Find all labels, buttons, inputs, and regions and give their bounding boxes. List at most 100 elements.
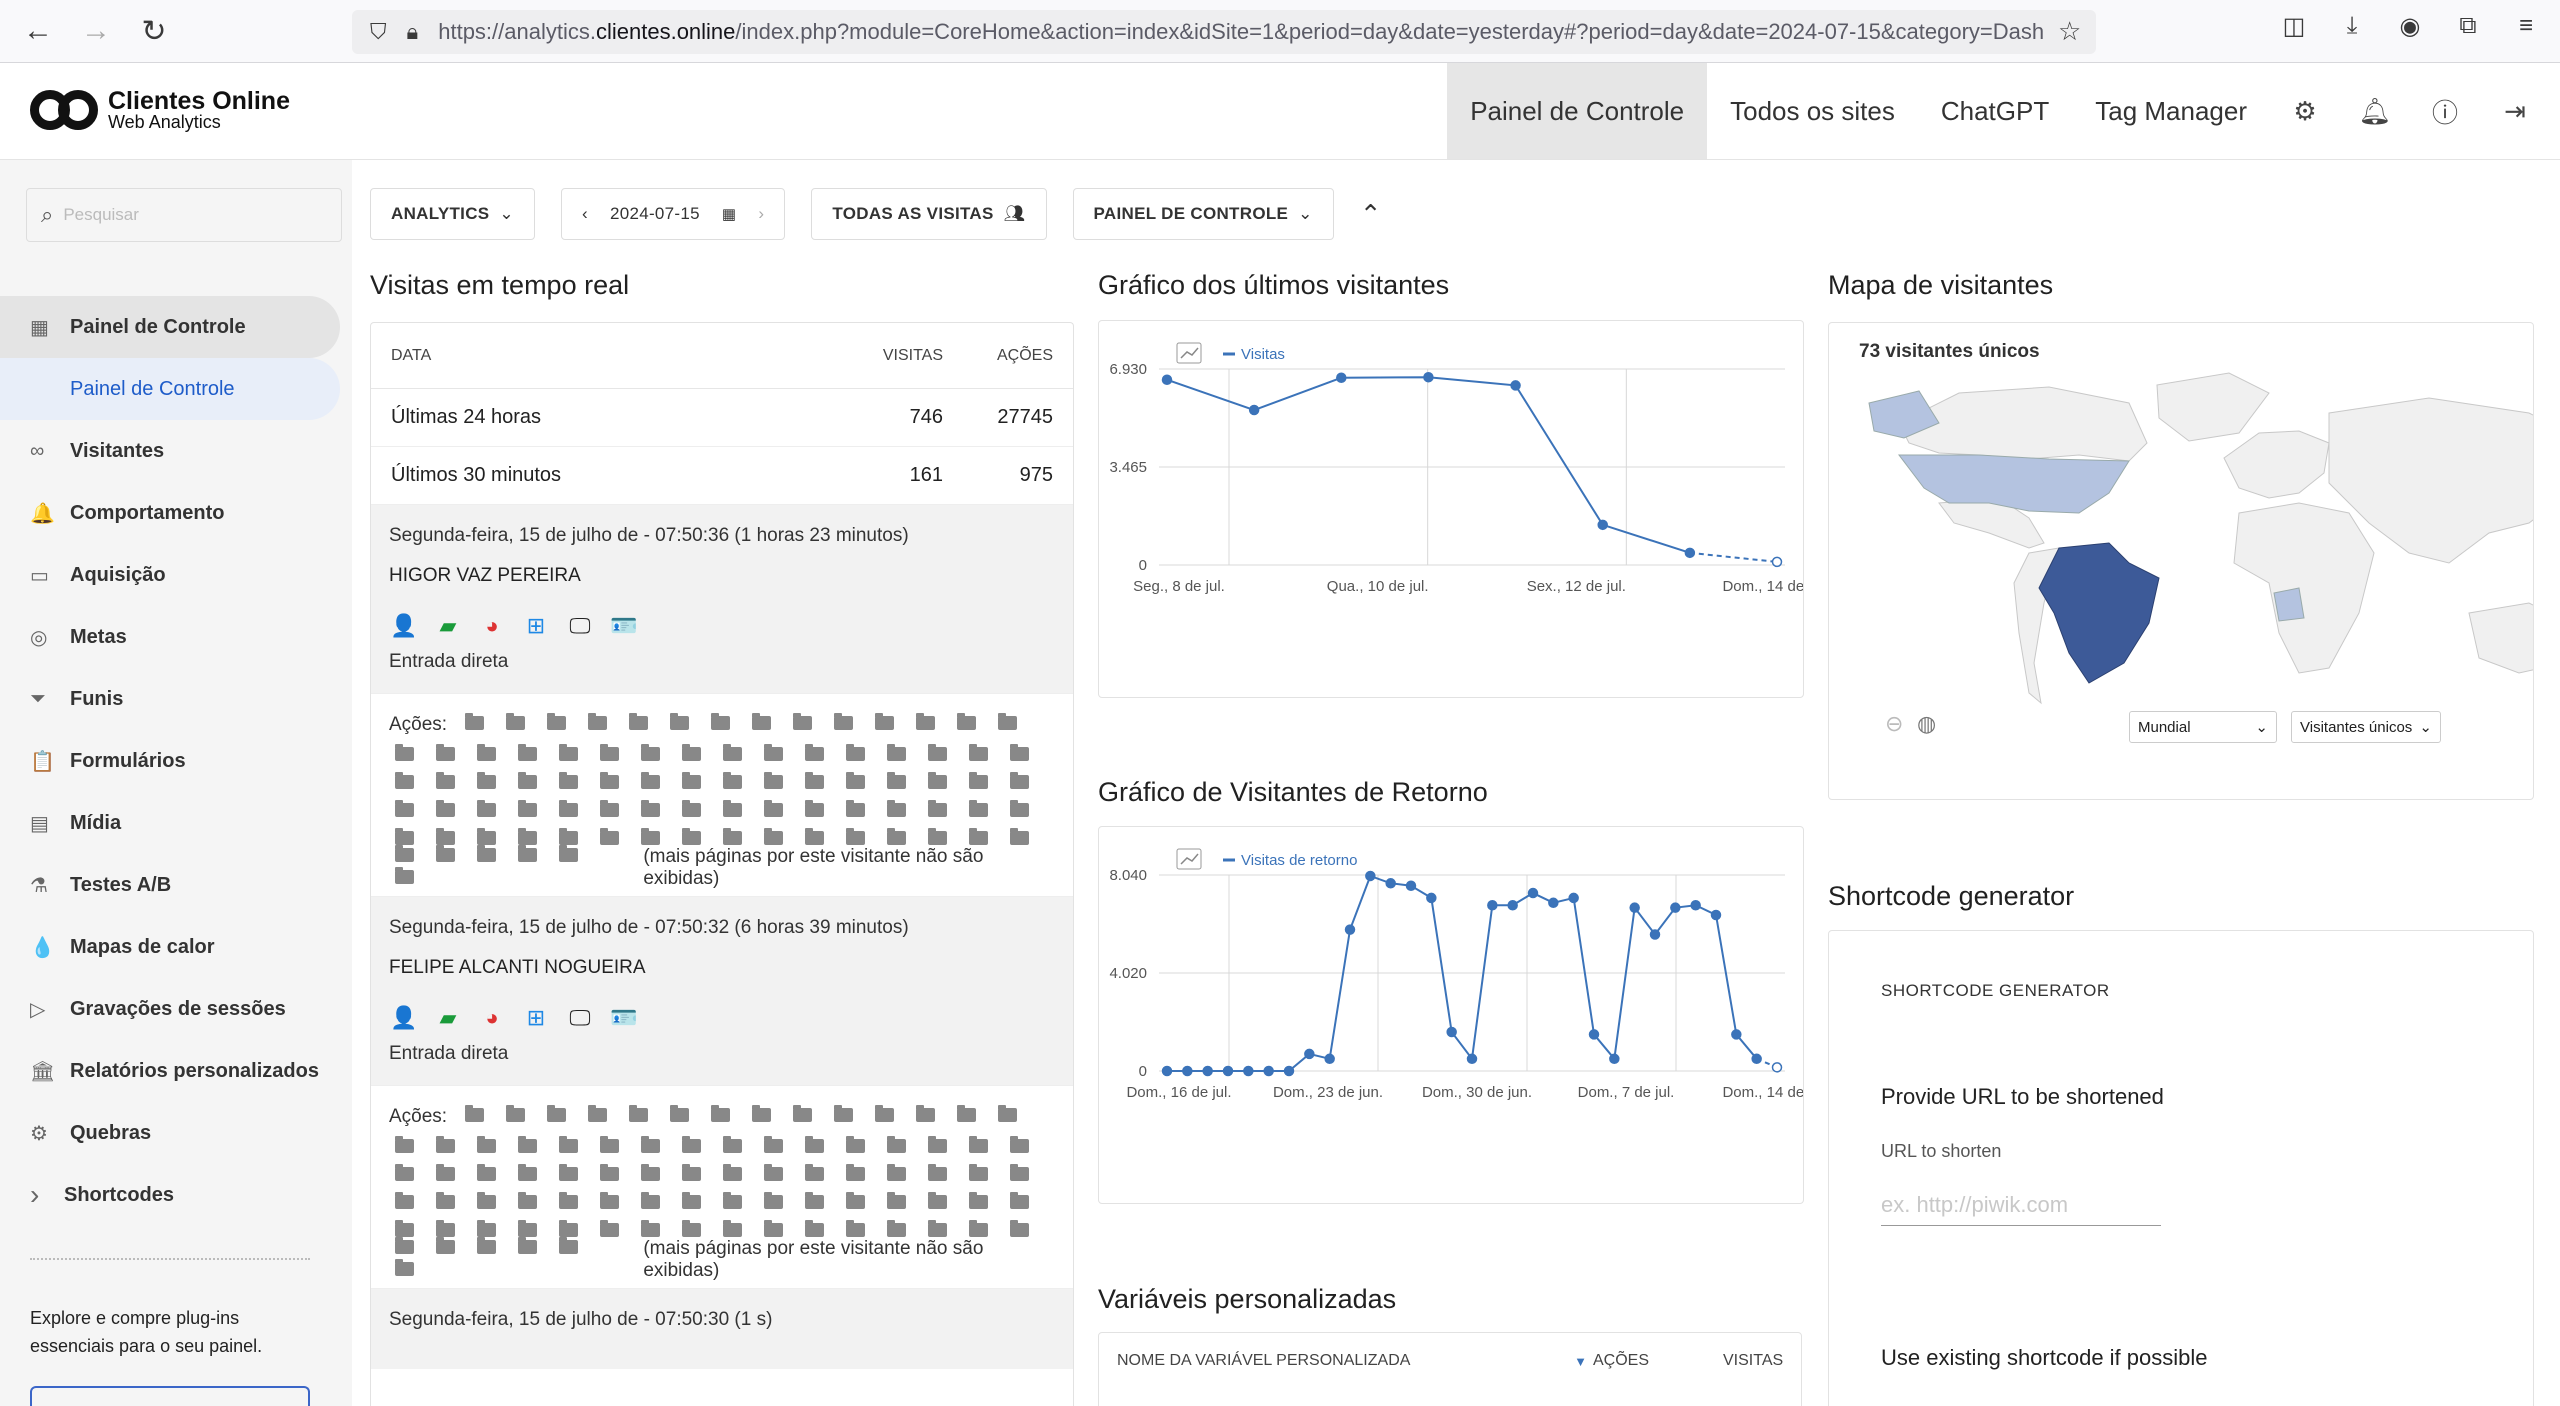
- nav-dashboard[interactable]: Painel de Controle: [1447, 63, 1708, 159]
- page-folder-icon[interactable]: [477, 1192, 496, 1209]
- page-folder-icon[interactable]: [723, 828, 742, 845]
- page-folder-icon[interactable]: [395, 1136, 414, 1153]
- page-folder-icon[interactable]: [805, 1220, 824, 1237]
- page-folder-icon[interactable]: [805, 1136, 824, 1153]
- page-folder-icon[interactable]: [477, 1136, 496, 1153]
- page-folder-icon[interactable]: [887, 800, 906, 817]
- page-folder-icon[interactable]: [682, 1164, 701, 1181]
- page-folder-icon[interactable]: [641, 744, 660, 761]
- back-icon[interactable]: ←: [18, 11, 58, 51]
- page-folder-icon[interactable]: [477, 828, 496, 845]
- page-folder-icon[interactable]: [559, 1220, 578, 1237]
- page-folder-icon[interactable]: [793, 713, 813, 730]
- page-folder-icon[interactable]: [477, 744, 496, 761]
- sidebar-item-goals[interactable]: ◎ Metas: [0, 606, 352, 668]
- url-to-shorten-input[interactable]: ex. http://piwik.com: [1881, 1186, 2161, 1226]
- page-folder-icon[interactable]: [916, 713, 936, 730]
- page-folder-icon[interactable]: [559, 1192, 578, 1209]
- page-folder-icon[interactable]: [723, 1136, 742, 1153]
- page-folder-icon[interactable]: [395, 867, 414, 884]
- sidebar-item-custom-reports[interactable]: 🏛 Relatórios personalizados: [0, 1040, 352, 1102]
- page-folder-icon[interactable]: [559, 1136, 578, 1153]
- page-folder-icon[interactable]: [846, 1192, 865, 1209]
- page-folder-icon[interactable]: [629, 1105, 649, 1122]
- page-folder-icon[interactable]: [395, 845, 414, 862]
- page-folder-icon[interactable]: [1010, 800, 1029, 817]
- page-folder-icon[interactable]: [559, 828, 578, 845]
- data-point[interactable]: [1248, 404, 1260, 416]
- page-folder-icon[interactable]: [1010, 828, 1029, 845]
- page-folder-icon[interactable]: [723, 800, 742, 817]
- page-folder-icon[interactable]: [752, 1105, 772, 1122]
- page-folder-icon[interactable]: [436, 744, 455, 761]
- page-folder-icon[interactable]: [436, 1237, 455, 1254]
- page-folder-icon[interactable]: [600, 772, 619, 789]
- page-folder-icon[interactable]: [682, 1220, 701, 1237]
- action-folder-icons[interactable]: [389, 744, 1051, 767]
- page-folder-icon[interactable]: [518, 845, 537, 862]
- data-point[interactable]: [1336, 372, 1347, 384]
- action-folder-icons[interactable]: [389, 1192, 1051, 1215]
- page-folder-icon[interactable]: [641, 828, 660, 845]
- data-point[interactable]: [1161, 374, 1173, 385]
- data-point[interactable]: [1510, 380, 1521, 391]
- data-point[interactable]: [1385, 878, 1396, 889]
- page-folder-icon[interactable]: [764, 1164, 783, 1181]
- page-folder-icon[interactable]: [1010, 1192, 1029, 1209]
- page-folder-icon[interactable]: [846, 1220, 865, 1237]
- action-folder-icons[interactable]: [389, 1136, 1051, 1159]
- collapse-up-icon[interactable]: ⌃: [1360, 188, 1382, 240]
- page-folder-icon[interactable]: [846, 1136, 865, 1153]
- page-folder-icon[interactable]: [764, 1136, 783, 1153]
- sidebar-item-ab-tests[interactable]: ⚗ Testes A/B: [0, 854, 352, 916]
- page-folder-icon[interactable]: [682, 772, 701, 789]
- nav-tag-manager[interactable]: Tag Manager: [2072, 63, 2270, 159]
- page-folder-icon[interactable]: [477, 1220, 496, 1237]
- page-folder-icon[interactable]: [641, 1192, 660, 1209]
- page-folder-icon[interactable]: [764, 772, 783, 789]
- page-folder-icon[interactable]: [395, 1164, 414, 1181]
- data-point[interactable]: [1304, 1048, 1315, 1060]
- sidebar-item-visitors[interactable]: ∞ Visitantes: [0, 420, 352, 482]
- page-folder-icon[interactable]: [793, 1105, 813, 1122]
- data-point[interactable]: [1423, 371, 1434, 383]
- action-folder-icons[interactable]: [389, 800, 1051, 823]
- sidebar-item-breakdowns[interactable]: ⚙ Quebras: [0, 1102, 352, 1164]
- data-point[interactable]: [1670, 902, 1681, 913]
- page-folder-icon[interactable]: [641, 772, 660, 789]
- data-point[interactable]: [1649, 929, 1661, 940]
- page-folder-icon[interactable]: [805, 1192, 824, 1209]
- page-folder-icon[interactable]: [805, 800, 824, 817]
- sidebar-item-shortcodes[interactable]: › Shortcodes: [0, 1164, 352, 1226]
- data-point[interactable]: [1684, 547, 1696, 559]
- page-folder-icon[interactable]: [641, 800, 660, 817]
- region-select[interactable]: Mundial ⌄: [2129, 711, 2277, 743]
- page-folder-icon[interactable]: [436, 1220, 455, 1237]
- page-folder-icon[interactable]: [711, 1105, 731, 1122]
- sidebar-item-media[interactable]: ▤ Mídia: [0, 792, 352, 854]
- page-folder-icon[interactable]: [887, 828, 906, 845]
- page-folder-icon[interactable]: [436, 845, 455, 862]
- data-point[interactable]: [1771, 1062, 1783, 1073]
- action-folder-icons[interactable]: [389, 845, 635, 890]
- page-folder-icon[interactable]: [518, 772, 537, 789]
- data-point[interactable]: [1161, 1065, 1173, 1077]
- page-folder-icon[interactable]: [723, 1220, 742, 1237]
- page-folder-icon[interactable]: [1010, 744, 1029, 761]
- reload-icon[interactable]: ↻: [134, 11, 174, 51]
- data-point[interactable]: [1568, 892, 1579, 904]
- page-folder-icon[interactable]: [477, 1164, 496, 1181]
- settings-gear-icon[interactable]: ⚙: [2270, 96, 2340, 127]
- page-folder-icon[interactable]: [395, 1192, 414, 1209]
- page-folder-icon[interactable]: [969, 1192, 988, 1209]
- sidebar-item-forms[interactable]: 📋 Formulários: [0, 730, 352, 792]
- page-folder-icon[interactable]: [682, 828, 701, 845]
- menu-icon[interactable]: ≡: [2512, 12, 2540, 41]
- logout-icon[interactable]: ⇥: [2480, 96, 2550, 127]
- data-point[interactable]: [1202, 1065, 1213, 1077]
- legend-label[interactable]: Visitas de retorno: [1241, 852, 1357, 869]
- page-folder-icon[interactable]: [998, 713, 1018, 730]
- page-folder-icon[interactable]: [723, 1192, 742, 1209]
- page-folder-icon[interactable]: [682, 744, 701, 761]
- page-folder-icon[interactable]: [846, 1164, 865, 1181]
